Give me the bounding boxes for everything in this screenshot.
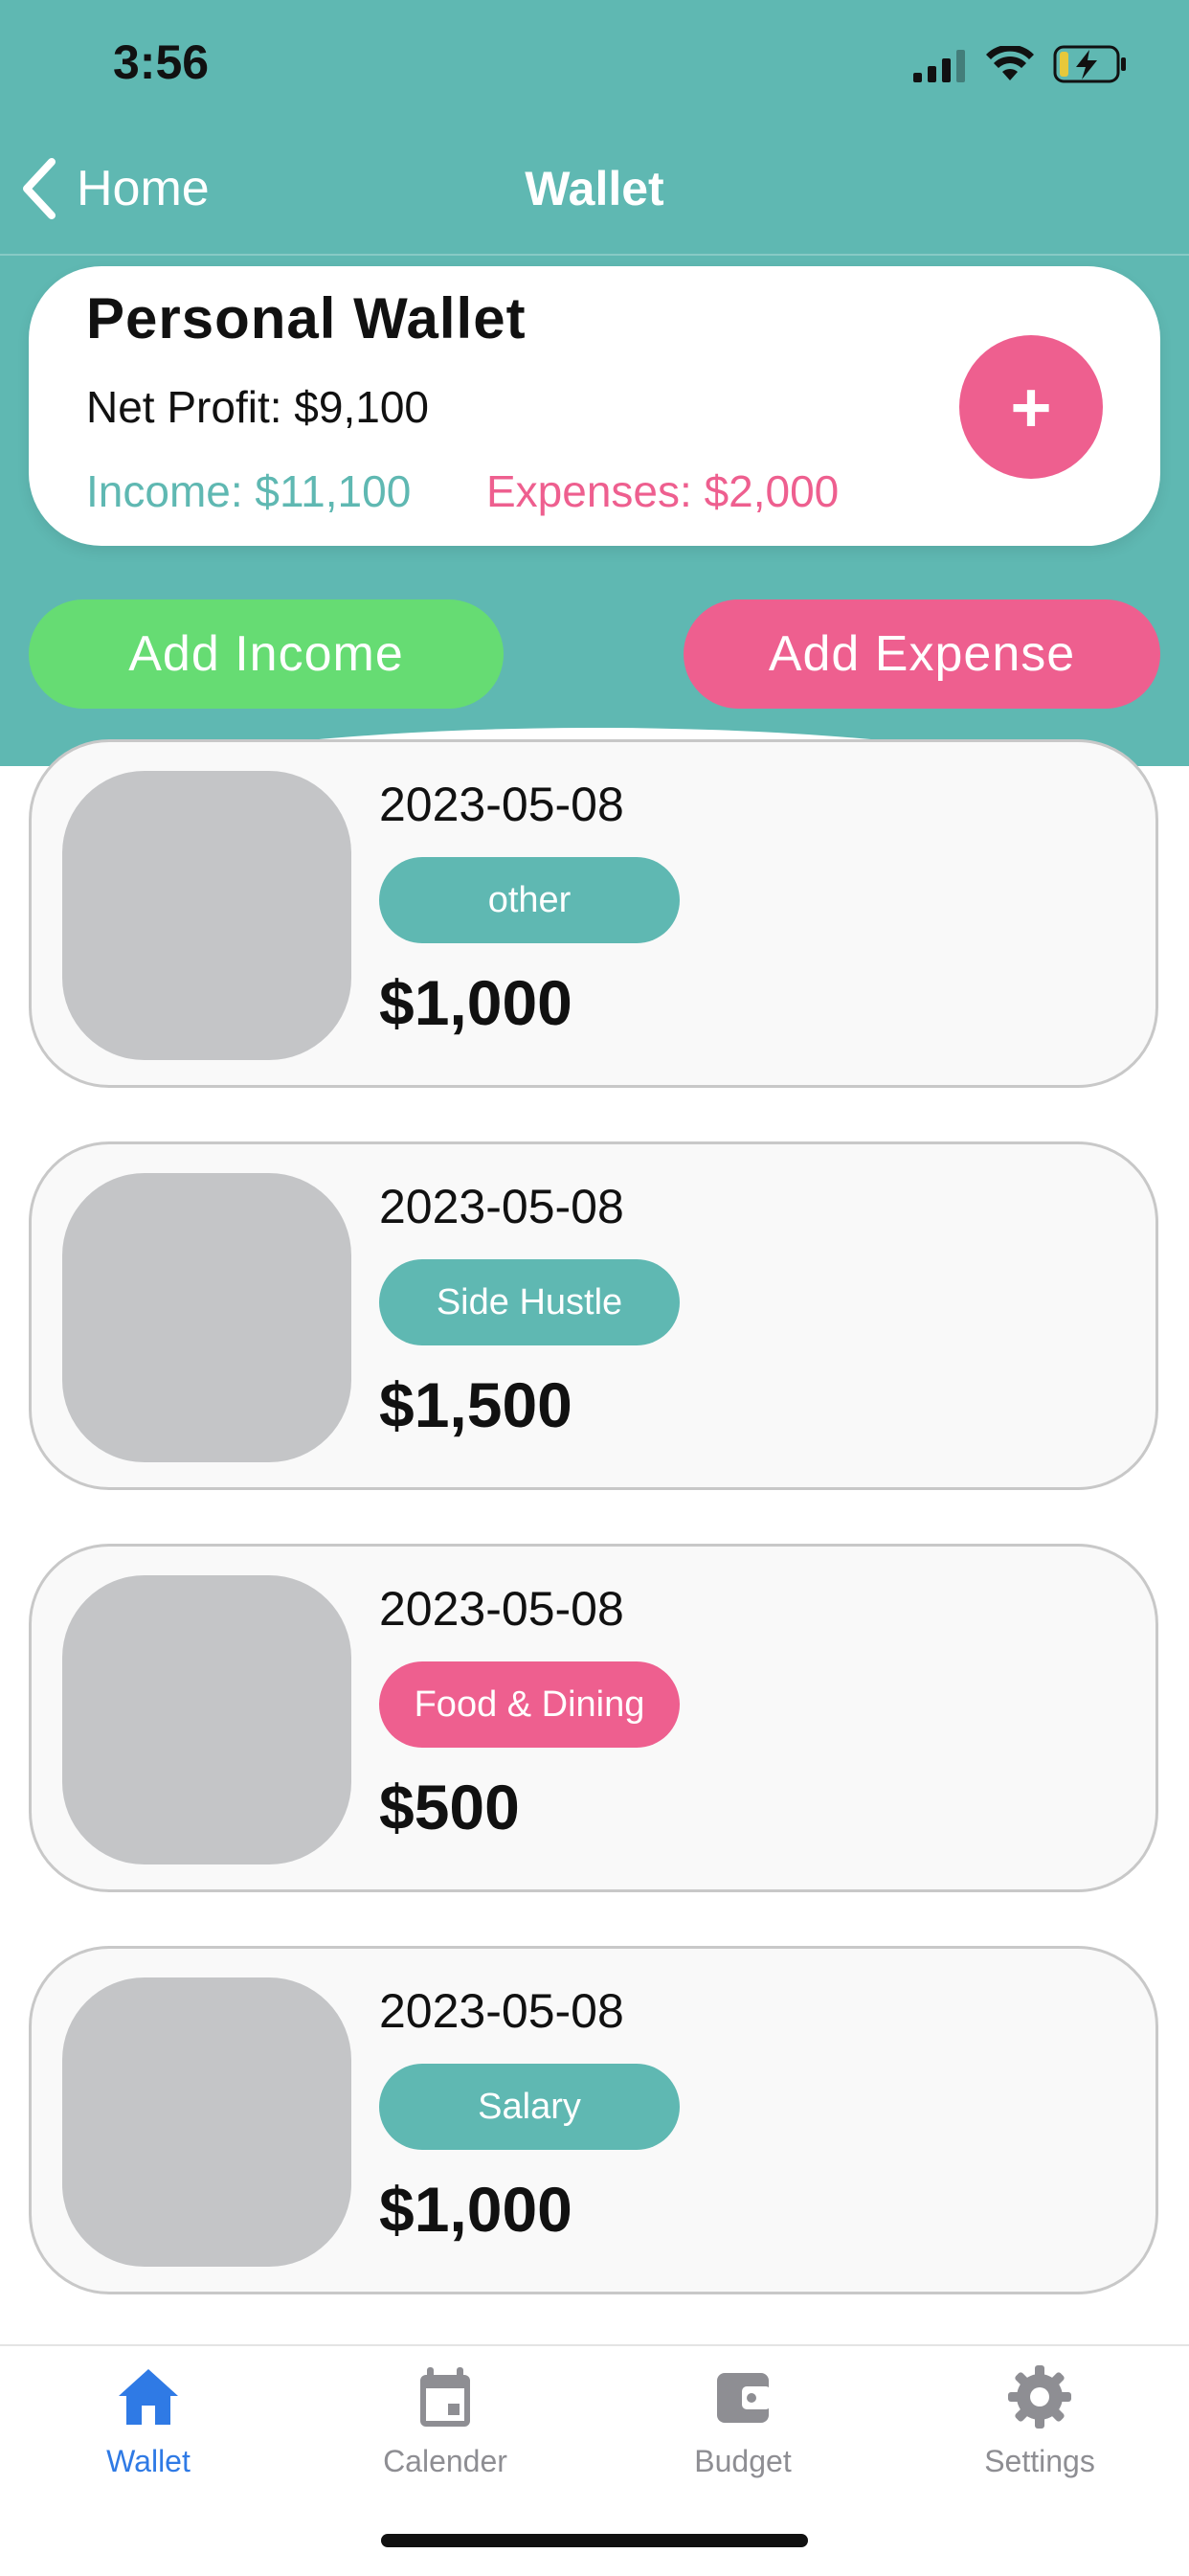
status-time: 3:56 [113,35,210,89]
transaction-image-placeholder [62,1173,351,1462]
status-bar: 3:56 [0,0,1189,134]
transaction-image-placeholder [62,771,351,1060]
income-total: Income: $11,100 [86,466,412,516]
transaction-card[interactable]: 2023-05-08 other $1,000 [29,739,1158,1088]
add-button[interactable]: + [959,335,1103,479]
home-icon [119,2369,178,2425]
tab-calender[interactable]: Calender [349,2363,541,2479]
transaction-image-placeholder [62,1575,351,1864]
category-badge: Side Hustle [379,1259,680,1345]
tab-wallet[interactable]: Wallet [53,2363,244,2479]
transaction-date: 2023-05-08 [379,1180,624,1233]
gear-icon [1008,2365,1071,2429]
transaction-date: 2023-05-08 [379,1984,624,2038]
category-badge: Salary [379,2064,680,2150]
page-title: Wallet [525,162,664,215]
wifi-icon [986,46,1034,80]
transaction-image-placeholder [62,1977,351,2267]
category-badge: other [379,857,680,943]
transaction-amount: $1,000 [379,967,572,1038]
tab-wallet-label: Wallet [106,2444,191,2478]
add-income-button[interactable]: Add Income [29,599,504,709]
tab-calender-label: Calender [383,2444,507,2478]
transaction-amount: $1,500 [379,1369,572,1440]
transaction-card[interactable]: 2023-05-08 Food & Dining $500 [29,1544,1158,1892]
signal-icon [913,50,965,82]
wallet-icon [717,2373,771,2423]
wallet-summary-card: Personal Wallet Net Profit: $9,100 Incom… [29,266,1160,546]
net-profit: Net Profit: $9,100 [86,382,429,432]
transaction-card[interactable]: 2023-05-08 Side Hustle $1,500 [29,1141,1158,1490]
category-badge: Food & Dining [379,1661,680,1748]
add-expense-button[interactable]: Add Expense [684,599,1160,709]
home-indicator [381,2534,808,2547]
expenses-total: Expenses: $2,000 [486,466,840,516]
transaction-amount: $1,000 [379,2174,572,2245]
tab-budget[interactable]: Budget [647,2363,839,2479]
calendar-icon [420,2367,470,2427]
navigation-bar: Home Wallet [0,144,1189,256]
tab-settings[interactable]: Settings [944,2363,1135,2479]
wallet-name: Personal Wallet [86,286,527,350]
transaction-date: 2023-05-08 [379,1582,624,1636]
battery-charging-icon [1053,45,1126,83]
tab-budget-label: Budget [694,2444,792,2478]
transaction-amount: $500 [379,1772,520,1842]
transaction-date: 2023-05-08 [379,778,624,831]
transaction-card[interactable]: 2023-05-08 Salary $1,000 [29,1946,1158,2294]
tab-settings-label: Settings [984,2444,1095,2478]
